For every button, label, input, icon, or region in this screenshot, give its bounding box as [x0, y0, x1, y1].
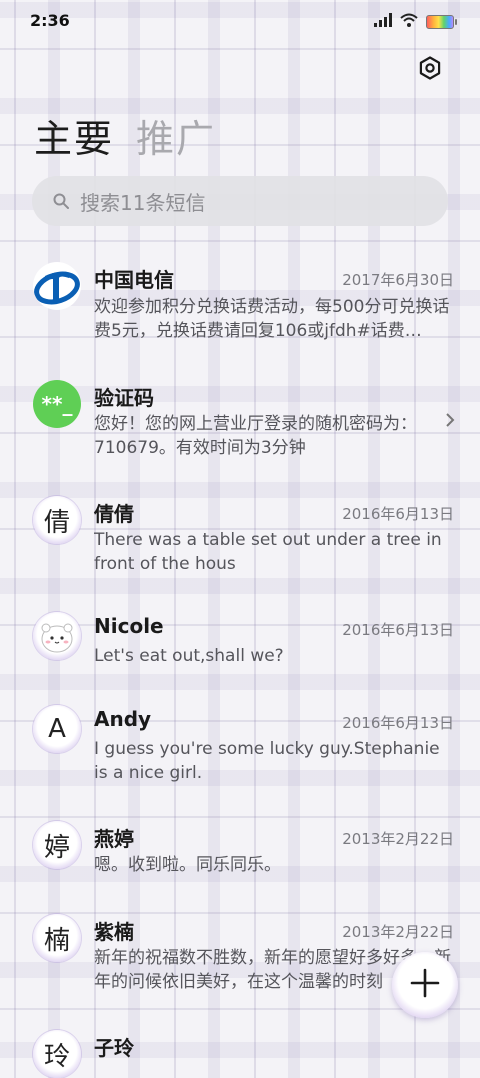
verification-avatar: **_: [33, 380, 81, 428]
gear-icon: [418, 56, 442, 84]
message-date: 2013年2月22日: [342, 923, 454, 941]
message-date: 2016年6月13日: [342, 505, 454, 523]
message-date: 2016年6月13日: [342, 714, 454, 732]
chevron-right-icon[interactable]: [440, 410, 460, 430]
avatar: A: [33, 705, 81, 753]
status-time: 2:36: [30, 11, 70, 30]
battery-icon: [426, 14, 457, 29]
conversation-item[interactable]: 中国电信 2017年6月30日 欢迎参加积分兑换话费活动，每500分可兑换话费5…: [0, 262, 480, 362]
cartoon-avatar: [33, 612, 81, 660]
new-message-button[interactable]: [392, 952, 458, 1018]
conversation-item[interactable]: A Andy 2016年6月13日 I guess you're some lu…: [0, 705, 480, 795]
message-preview: 您好！您的网上营业厅登录的随机密码为：710679。有效时间为3分钟: [94, 414, 417, 458]
search-placeholder: 搜索11条短信: [80, 190, 206, 215]
avatar: 楠: [33, 914, 81, 962]
conversation-item[interactable]: Nicole 2016年6月13日 Let's eat out,shall we…: [0, 612, 480, 682]
signal-icon: [374, 12, 392, 31]
message-date: 2013年2月22日: [342, 830, 454, 848]
search-icon: [52, 192, 70, 210]
message-preview: Let's eat out,shall we?: [94, 646, 284, 666]
message-preview: I guess you're some lucky guy.Stephanie …: [94, 739, 440, 783]
contact-name: 子玲: [94, 1036, 134, 1060]
message-date: 2016年6月13日: [342, 621, 454, 639]
wifi-icon: [400, 12, 418, 31]
tab-promotions[interactable]: 推广: [136, 108, 216, 163]
status-icons: [374, 12, 457, 31]
status-bar: 2:36: [0, 0, 480, 40]
message-preview: There was a table set out under a tree i…: [94, 530, 442, 574]
contact-name: 中国电信: [94, 268, 174, 292]
conversation-item[interactable]: **_ 验证码 您好！您的网上营业厅登录的随机密码为：710679。有效时间为3…: [0, 380, 480, 470]
settings-button[interactable]: [414, 54, 446, 86]
avatar: 玲: [33, 1030, 81, 1078]
contact-name: Nicole: [94, 614, 164, 638]
conversation-item[interactable]: 婷 燕婷 2013年2月22日 嗯。收到啦。同乐同乐。: [0, 821, 480, 891]
message-preview: 欢迎参加积分兑换话费活动，每500分可兑换话费5元，兑换话费请回复106或jfd…: [94, 297, 450, 341]
china-telecom-logo: [33, 262, 81, 310]
avatar: 婷: [33, 821, 81, 869]
message-preview: 嗯。收到啦。同乐同乐。: [94, 855, 281, 875]
contact-name: 燕婷: [94, 827, 134, 851]
tab-primary[interactable]: 主要: [34, 108, 114, 163]
contact-name: Andy: [94, 707, 152, 731]
contact-name: 紫楠: [94, 920, 134, 944]
search-input[interactable]: 搜索11条短信: [32, 176, 448, 226]
message-date: 2017年6月30日: [342, 271, 454, 289]
contact-name: 验证码: [94, 386, 154, 410]
conversation-item[interactable]: 玲 子玲: [0, 1030, 480, 1078]
tab-bar: 主要 推广: [34, 108, 216, 163]
contact-name: 倩倩: [94, 502, 134, 526]
avatar: 倩: [33, 496, 81, 544]
plus-icon: [410, 968, 440, 1002]
conversation-item[interactable]: 倩 倩倩 2016年6月13日 There was a table set ou…: [0, 496, 480, 586]
